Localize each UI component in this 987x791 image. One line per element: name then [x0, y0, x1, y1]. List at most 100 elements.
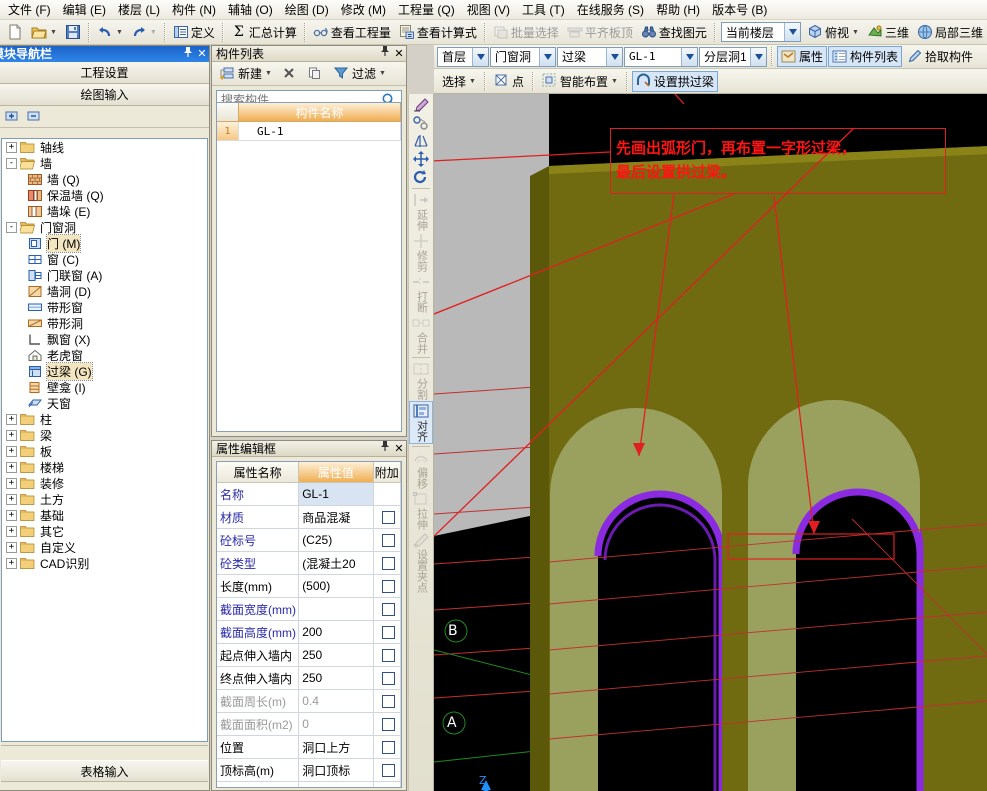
property-row[interactable]: 材质 商品混凝 [217, 506, 401, 529]
expand-icon[interactable]: + [6, 445, 17, 457]
vtool-copy-rotate[interactable] [409, 114, 433, 132]
attach-checkbox[interactable] [381, 694, 395, 708]
property-row[interactable]: 截面高度(mm) 200 [217, 621, 401, 644]
filter-button[interactable]: 过滤 ▼ [330, 63, 390, 84]
vtool-merge[interactable]: 合并 [409, 314, 433, 355]
tree-node-自定义[interactable]: + 自定义 [2, 539, 207, 555]
vtool-split[interactable]: 分割 [409, 360, 433, 401]
menu-item-help[interactable]: 帮助 (H) [650, 1, 706, 19]
property-value[interactable] [299, 598, 374, 621]
property-value[interactable]: 0 [299, 713, 374, 736]
vtool-stretch[interactable]: 拉伸 [409, 490, 433, 531]
menu-item-component[interactable]: 构件 (N) [166, 1, 222, 19]
tree-node-墙q[interactable]: 墙 (Q) [2, 171, 207, 187]
vtool-offset[interactable]: 偏移 [409, 449, 433, 490]
expand-icon[interactable]: + [6, 477, 17, 489]
property-grid[interactable]: 属性名称 属性值 附加 名称 GL-1 材质 商品混凝 砼标号 (C25) 砼类型 (混凝土2… [216, 461, 402, 788]
new-component-caret[interactable]: ▼ [265, 70, 272, 77]
summary-calc-button[interactable]: Σ 汇总计算 [227, 22, 301, 43]
property-row[interactable]: 截面宽度(mm) [217, 598, 401, 621]
property-editor-pin-icon[interactable] [378, 441, 392, 456]
attach-checkbox[interactable] [381, 625, 395, 639]
nav-tab-table-input[interactable]: 表格输入 [1, 760, 208, 782]
component-list-close-icon[interactable]: ✕ [392, 46, 406, 61]
expand-all-icon[interactable] [5, 109, 21, 125]
expand-icon[interactable]: + [6, 141, 17, 153]
tree-node-装修[interactable]: + 装修 [2, 475, 207, 491]
local-three-d-button[interactable]: 局部三维 [913, 22, 987, 43]
tree-node-飘窗x[interactable]: 飘窗 (X) [2, 331, 207, 347]
floor-scope-combo[interactable]: 当前楼层 [720, 22, 802, 42]
tree-node-cad识别[interactable]: + CAD识别 [2, 555, 207, 571]
floor-combo[interactable]: 首层 [437, 46, 489, 67]
menu-item-version[interactable]: 版本号 (B) [706, 1, 773, 19]
component-list-pin-icon[interactable] [378, 46, 392, 61]
property-value[interactable]: (C25) [299, 529, 374, 552]
vtool-brush[interactable] [409, 96, 433, 114]
tree-node-墙[interactable]: -墙 [2, 155, 207, 171]
category-combo-dropdown-icon[interactable] [539, 47, 555, 66]
property-value[interactable]: 0.4 [299, 690, 374, 713]
property-row[interactable]: 砼类型 (混凝土20 [217, 552, 401, 575]
menu-item-draw[interactable]: 绘图 (D) [279, 1, 335, 19]
tree-node-楼梯[interactable]: + 楼梯 [2, 459, 207, 475]
set-arch-lintel-button[interactable]: 设置拱过梁 [631, 70, 718, 92]
vtool-trim[interactable]: 修剪 [409, 232, 433, 273]
tree-node-墙洞d[interactable]: 墙洞 (D) [2, 283, 207, 299]
menu-item-floor[interactable]: 楼层 (L) [112, 1, 166, 19]
vtool-grip[interactable]: 设置夹点 [409, 531, 433, 594]
component-type-combo[interactable]: 过梁 [557, 46, 623, 67]
tree-node-门m[interactable]: 门 (M) [2, 233, 207, 253]
tree-node-板[interactable]: + 板 [2, 443, 207, 459]
pin-icon[interactable] [181, 46, 195, 62]
select-tool-button[interactable]: 选择 ▼ [438, 71, 480, 92]
property-value[interactable]: GL-1 [299, 483, 374, 506]
attach-checkbox[interactable] [381, 510, 395, 524]
tree-node-门联窗a[interactable]: 门联窗 (A) [2, 267, 207, 283]
redo-dropdown-caret[interactable]: ▼ [150, 29, 157, 36]
open-dropdown-caret[interactable]: ▼ [50, 29, 57, 36]
property-value[interactable]: 洞口顶标 [299, 759, 374, 782]
vtool-mirror[interactable] [409, 132, 433, 150]
vtool-align[interactable]: 对齐 [409, 401, 433, 444]
menu-item-view[interactable]: 视图 (V) [461, 1, 516, 19]
property-value[interactable]: 200 [299, 621, 374, 644]
tree-node-窗c[interactable]: 窗 (C) [2, 251, 207, 267]
new-file-button[interactable] [3, 22, 27, 43]
property-value[interactable]: 商品混凝 [299, 506, 374, 529]
expand-icon[interactable]: + [6, 493, 17, 505]
attach-checkbox[interactable] [381, 533, 395, 547]
tree-node-其它[interactable]: + 其它 [2, 523, 207, 539]
close-icon[interactable]: ✕ [195, 46, 209, 62]
vtool-break[interactable]: 打断 [409, 273, 433, 314]
flush-slab-top-button[interactable]: 平齐板顶 [563, 22, 637, 43]
property-row[interactable]: 起点伸入墙内 250 [217, 644, 401, 667]
tree-node-老虎窗[interactable]: 老虎窗 [2, 347, 207, 363]
property-value[interactable]: (500) [299, 575, 374, 598]
menu-item-online-service[interactable]: 在线服务 (S) [571, 1, 650, 19]
menu-item-file[interactable]: 文件 (F) [2, 1, 57, 19]
property-row[interactable]: 截面面积(m2) 0 [217, 713, 401, 736]
attach-checkbox[interactable] [381, 763, 395, 777]
property-row[interactable]: 砼标号 (C25) [217, 529, 401, 552]
attach-checkbox[interactable] [381, 717, 395, 731]
component-list-toggle-button[interactable]: 构件列表 [828, 46, 903, 67]
smart-layout-caret[interactable]: ▼ [611, 78, 618, 85]
component-tree[interactable]: + 轴线 - 墙墙 (Q) 保温墙 (Q) 墙垛 (E) - 门窗洞门 (M) 窗 (C) 门联窗… [1, 138, 208, 742]
tree-node-门窗洞[interactable]: - 门窗洞 [2, 219, 207, 235]
find-element-button[interactable]: 查找图元 [637, 22, 711, 43]
property-row[interactable]: 位置 洞口上方 [217, 736, 401, 759]
layer-combo[interactable]: 分层洞1 [699, 46, 767, 67]
new-component-button[interactable]: 新建 ▼ [216, 63, 276, 84]
floor-combo-dropdown-icon[interactable] [472, 47, 488, 66]
open-file-button[interactable]: ▼ [27, 22, 61, 43]
attach-checkbox[interactable] [381, 740, 395, 754]
expand-icon[interactable]: + [6, 509, 17, 521]
three-d-viewport[interactable]: Z X 先画出弧形门，再布置一字形过梁， [434, 94, 987, 791]
tree-node-带形洞[interactable]: 带形洞 [2, 315, 207, 331]
attach-checkbox[interactable] [381, 556, 395, 570]
tree-node-天窗[interactable]: 天窗 [2, 395, 207, 411]
tree-node-带形窗[interactable]: 带形窗 [2, 299, 207, 315]
tree-node-墙垛e[interactable]: 墙垛 (E) [2, 203, 207, 219]
view-quantity-button[interactable]: 查看工程量 [309, 22, 395, 43]
